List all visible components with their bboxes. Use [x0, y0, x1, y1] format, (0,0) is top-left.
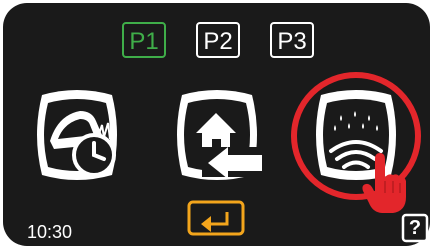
mower-control-screen: P1 P2 P3 10:30 ?: [0, 0, 433, 249]
help-label: ?: [408, 217, 422, 239]
rain-sensor-tile[interactable]: [311, 85, 401, 185]
program-tab-p1[interactable]: P1: [122, 22, 166, 58]
return-home-tile[interactable]: [172, 85, 262, 185]
clock-time: 10:30: [27, 222, 73, 242]
help-button[interactable]: ?: [401, 213, 429, 243]
rain-sensor-icon: [316, 90, 396, 180]
mower-schedule-icon: [37, 90, 117, 180]
program-tab-p2[interactable]: P2: [196, 22, 240, 58]
return-home-icon: [177, 90, 262, 180]
back-button[interactable]: [187, 200, 245, 236]
program-tab-p3[interactable]: P3: [270, 22, 314, 58]
back-arrow-icon: [187, 200, 245, 236]
schedule-tile[interactable]: [32, 85, 122, 185]
